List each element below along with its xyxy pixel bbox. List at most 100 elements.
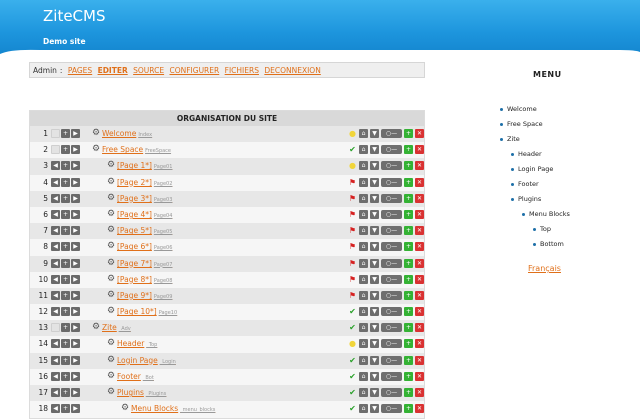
menu-toggle-icon[interactable]: ▼	[370, 161, 379, 171]
move-right-button[interactable]: ▶	[71, 129, 80, 138]
menu-toggle-icon[interactable]: ▼	[370, 274, 379, 284]
gear-icon[interactable]: ⚙	[92, 128, 100, 139]
menu-toggle-icon[interactable]: ▼	[370, 339, 379, 349]
move-left-button[interactable]: ◀	[51, 355, 60, 365]
move-left-button[interactable]: ◀	[51, 274, 60, 284]
key-icon[interactable]: ○—	[381, 323, 402, 333]
key-icon[interactable]: ○—	[381, 209, 402, 219]
move-right-button[interactable]: ▶	[71, 193, 80, 203]
check-icon[interactable]: ✔	[348, 323, 357, 333]
menu-toggle-icon[interactable]: ▼	[370, 404, 379, 414]
key-icon[interactable]: ○—	[381, 388, 402, 397]
admin-link-fichiers[interactable]: FICHIERS	[225, 66, 259, 75]
gear-icon[interactable]: ⚙	[107, 258, 115, 269]
lock-icon[interactable]: ⌂	[359, 388, 368, 397]
move-right-button[interactable]: ▶	[71, 145, 80, 155]
move-down-button[interactable]: +	[61, 161, 70, 171]
gear-icon[interactable]: ⚙	[92, 322, 100, 333]
menu-toggle-icon[interactable]: ▼	[370, 307, 379, 317]
key-icon[interactable]: ○—	[381, 242, 402, 252]
page-link[interactable]: Header _Top	[117, 339, 157, 350]
move-down-button[interactable]: +	[61, 307, 70, 317]
menu-item[interactable]: Login Page	[511, 165, 553, 173]
move-down-button[interactable]: +	[61, 404, 70, 414]
lock-icon[interactable]: ⌂	[359, 161, 368, 171]
gear-icon[interactable]: ⚙	[92, 144, 100, 155]
menu-item[interactable]: Zite	[500, 135, 520, 143]
admin-link-deconnexion[interactable]: DECONNEXION	[264, 66, 320, 75]
menu-toggle-icon[interactable]: ▼	[370, 258, 379, 268]
add-button[interactable]: +	[404, 355, 413, 365]
lock-icon[interactable]: ⌂	[359, 129, 368, 138]
add-button[interactable]: +	[404, 258, 413, 268]
delete-button[interactable]: ✕	[415, 290, 424, 300]
move-left-button[interactable]	[51, 145, 60, 155]
move-right-button[interactable]: ▶	[71, 226, 80, 236]
menu-item[interactable]: Top	[533, 225, 551, 233]
gear-icon[interactable]: ⚙	[107, 160, 115, 171]
delete-button[interactable]: ✕	[415, 323, 424, 333]
lock-icon[interactable]: ⌂	[359, 193, 368, 203]
add-button[interactable]: +	[404, 177, 413, 187]
add-button[interactable]: +	[404, 307, 413, 317]
site-title[interactable]: ZiteCMS	[43, 7, 106, 25]
page-link[interactable]: Plugins _Plugins	[117, 388, 166, 399]
add-button[interactable]: +	[404, 388, 413, 397]
lock-icon[interactable]: ⌂	[359, 226, 368, 236]
flag-icon[interactable]: ⚑	[348, 275, 357, 285]
move-right-button[interactable]: ▶	[71, 371, 80, 381]
move-down-button[interactable]: +	[61, 290, 70, 300]
gear-icon[interactable]: ⚙	[107, 177, 115, 188]
gear-icon[interactable]: ⚙	[107, 209, 115, 220]
page-link[interactable]: Menu Blocks _menu_blocks	[131, 404, 215, 415]
lock-icon[interactable]: ⌂	[359, 242, 368, 252]
delete-button[interactable]: ✕	[415, 226, 424, 236]
delete-button[interactable]: ✕	[415, 193, 424, 203]
move-down-button[interactable]: +	[61, 226, 70, 236]
delete-button[interactable]: ✕	[415, 339, 424, 349]
move-right-button[interactable]: ▶	[71, 290, 80, 300]
flag-icon[interactable]: ⚑	[348, 178, 357, 188]
key-icon[interactable]: ○—	[381, 177, 402, 187]
page-link[interactable]: [Page 3*] Page03	[117, 194, 172, 205]
delete-button[interactable]: ✕	[415, 388, 424, 397]
add-button[interactable]: +	[404, 290, 413, 300]
menu-item[interactable]: Header	[511, 150, 542, 158]
menu-toggle-icon[interactable]: ▼	[370, 323, 379, 333]
key-icon[interactable]: ○—	[381, 355, 402, 365]
admin-link-editer[interactable]: EDITER	[98, 66, 128, 75]
admin-link-pages[interactable]: PAGES	[68, 66, 92, 75]
key-icon[interactable]: ○—	[381, 307, 402, 317]
add-button[interactable]: +	[404, 404, 413, 414]
delete-button[interactable]: ✕	[415, 177, 424, 187]
move-right-button[interactable]: ▶	[71, 404, 80, 414]
gear-icon[interactable]: ⚙	[107, 241, 115, 252]
page-link[interactable]: [Page 4*] Page04	[117, 210, 172, 221]
menu-toggle-icon[interactable]: ▼	[370, 355, 379, 365]
page-link[interactable]: [Page 9*] Page09	[117, 291, 172, 302]
move-right-button[interactable]: ▶	[71, 355, 80, 365]
lock-icon[interactable]: ⌂	[359, 258, 368, 268]
move-right-button[interactable]: ▶	[71, 323, 80, 333]
move-left-button[interactable]	[51, 129, 60, 138]
check-icon[interactable]: ✔	[348, 388, 357, 398]
menu-toggle-icon[interactable]: ▼	[370, 388, 379, 397]
bulb-icon[interactable]: ●	[348, 339, 357, 349]
key-icon[interactable]: ○—	[381, 145, 402, 155]
key-icon[interactable]: ○—	[381, 193, 402, 203]
move-left-button[interactable]: ◀	[51, 242, 60, 252]
move-down-button[interactable]: +	[61, 355, 70, 365]
move-left-button[interactable]: ◀	[51, 209, 60, 219]
menu-toggle-icon[interactable]: ▼	[370, 226, 379, 236]
page-link[interactable]: [Page 6*] Page06	[117, 242, 172, 253]
move-right-button[interactable]: ▶	[71, 242, 80, 252]
move-left-button[interactable]: ◀	[51, 177, 60, 187]
move-left-button[interactable]: ◀	[51, 339, 60, 349]
menu-toggle-icon[interactable]: ▼	[370, 209, 379, 219]
page-link[interactable]: Welcome Index	[102, 129, 152, 140]
move-left-button[interactable]: ◀	[51, 371, 60, 381]
add-button[interactable]: +	[404, 145, 413, 155]
delete-button[interactable]: ✕	[415, 161, 424, 171]
language-link[interactable]: Français	[528, 264, 561, 273]
add-button[interactable]: +	[404, 209, 413, 219]
